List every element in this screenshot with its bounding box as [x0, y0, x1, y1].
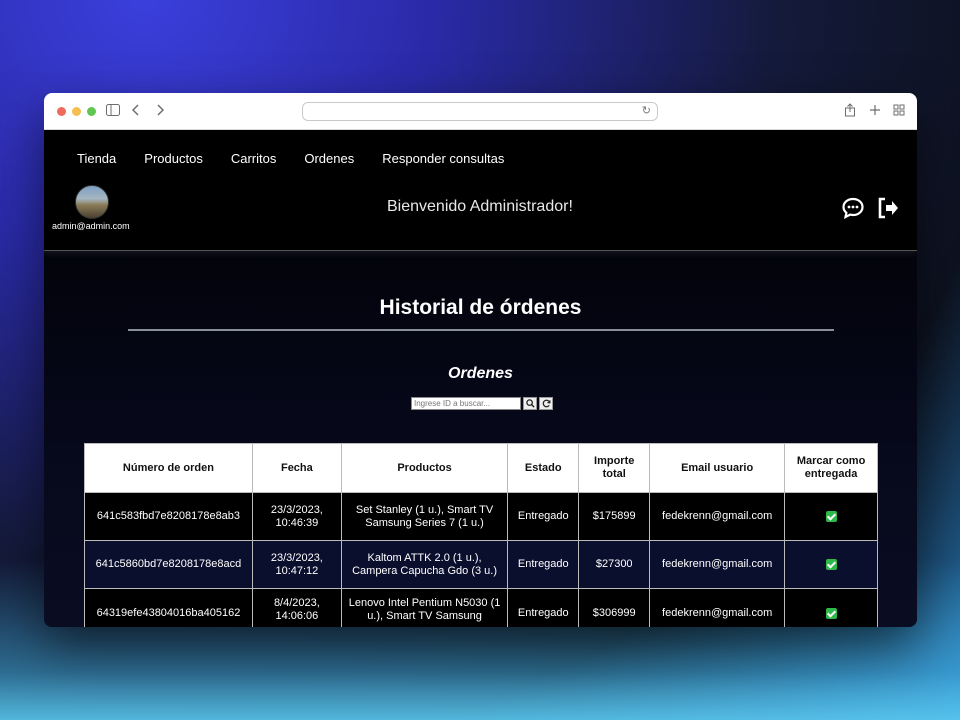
search-icon	[525, 399, 535, 408]
col-header-email: Email usuario	[649, 443, 786, 493]
chat-icon[interactable]	[841, 196, 865, 220]
section-title: Ordenes	[448, 365, 513, 382]
col-header-status: Estado	[507, 443, 580, 493]
orders-table: Número de orden Fecha Productos Estado I…	[84, 443, 878, 627]
table-row: 641c583fbd7e8208178e8ab3 23/3/2023, 10:4…	[84, 492, 878, 541]
close-window-button[interactable]	[57, 107, 66, 116]
order-date: 8/4/2023, 14:06:06	[251, 588, 342, 627]
back-chevron-icon[interactable]	[131, 103, 140, 119]
mark-delivered-cell	[784, 540, 878, 589]
site-header: Tienda Productos Carritos Ordenes Respon…	[44, 130, 917, 251]
table-header-row: Número de orden Fecha Productos Estado I…	[84, 443, 878, 493]
col-header-order-number: Número de orden	[84, 443, 253, 493]
order-email: fedekrenn@gmail.com	[649, 492, 786, 541]
nav-item-tienda[interactable]: Tienda	[77, 151, 116, 166]
nav-item-responder-consultas[interactable]: Responder consultas	[382, 151, 504, 166]
mark-delivered-cell	[784, 492, 878, 541]
nav-item-ordenes[interactable]: Ordenes	[304, 151, 354, 166]
order-status: Entregado	[507, 588, 580, 627]
browser-titlebar: ↻	[44, 93, 917, 130]
delivered-checkbox[interactable]	[825, 510, 837, 522]
nav-item-productos[interactable]: Productos	[144, 151, 203, 166]
col-header-mark-delivered: Marcar como entregada	[784, 443, 878, 493]
search-button[interactable]	[523, 397, 537, 410]
browser-window: ↻ Tienda Productos Carritos Ordenes Resp…	[44, 93, 917, 627]
sidebar-toggle-icon[interactable]	[106, 103, 120, 119]
order-products: Set Stanley (1 u.), Smart TV Samsung Ser…	[340, 492, 509, 541]
forward-chevron-icon[interactable]	[156, 103, 165, 119]
mark-delivered-cell	[784, 588, 878, 627]
zoom-window-button[interactable]	[87, 107, 96, 116]
order-email: fedekrenn@gmail.com	[649, 588, 786, 627]
refresh-button[interactable]	[539, 397, 553, 410]
page-content: Tienda Productos Carritos Ordenes Respon…	[44, 130, 917, 627]
order-status: Entregado	[507, 492, 580, 541]
minimize-window-button[interactable]	[72, 107, 81, 116]
reload-icon[interactable]: ↻	[642, 104, 651, 117]
window-controls	[57, 107, 96, 116]
search-input[interactable]	[411, 397, 521, 410]
delivered-checkbox[interactable]	[825, 558, 837, 570]
order-id: 641c5860bd7e8208178e8acd	[84, 540, 253, 589]
title-divider	[128, 329, 834, 331]
refresh-icon	[542, 399, 551, 408]
nav-item-carritos[interactable]: Carritos	[231, 151, 277, 166]
delivered-checkbox[interactable]	[825, 607, 837, 619]
order-id: 641c583fbd7e8208178e8ab3	[84, 492, 253, 541]
search-bar	[411, 397, 553, 410]
main-nav: Tienda Productos Carritos Ordenes Respon…	[77, 151, 504, 166]
order-total: $175899	[578, 492, 651, 541]
admin-email: admin@admin.com	[52, 221, 130, 231]
order-date: 23/3/2023, 10:47:12	[251, 540, 342, 589]
table-row: 64319efe43804016ba405162 8/4/2023, 14:06…	[84, 588, 878, 627]
tab-overview-icon[interactable]	[893, 103, 905, 119]
logout-icon[interactable]	[876, 196, 900, 220]
col-header-products: Productos	[340, 443, 509, 493]
order-status: Entregado	[507, 540, 580, 589]
order-id: 64319efe43804016ba405162	[84, 588, 253, 627]
table-row: 641c5860bd7e8208178e8acd 23/3/2023, 10:4…	[84, 540, 878, 589]
page-title: Historial de órdenes	[379, 296, 582, 319]
avatar[interactable]	[75, 185, 109, 219]
address-bar[interactable]: ↻	[302, 102, 658, 121]
order-total: $27300	[578, 540, 651, 589]
col-header-total: Importe total	[578, 443, 651, 493]
order-date: 23/3/2023, 10:46:39	[251, 492, 342, 541]
order-products: Kaltom ATTK 2.0 (1 u.), Campera Capucha …	[340, 540, 509, 589]
new-tab-icon[interactable]	[869, 103, 881, 119]
col-header-date: Fecha	[251, 443, 342, 493]
order-email: fedekrenn@gmail.com	[649, 540, 786, 589]
order-products: Lenovo Intel Pentium N5030 (1 u.), Smart…	[340, 588, 509, 627]
order-total: $306999	[578, 588, 651, 627]
welcome-message: Bienvenido Administrador!	[387, 198, 573, 215]
share-icon[interactable]	[844, 103, 856, 120]
orders-table-container: Número de orden Fecha Productos Estado I…	[84, 443, 878, 627]
